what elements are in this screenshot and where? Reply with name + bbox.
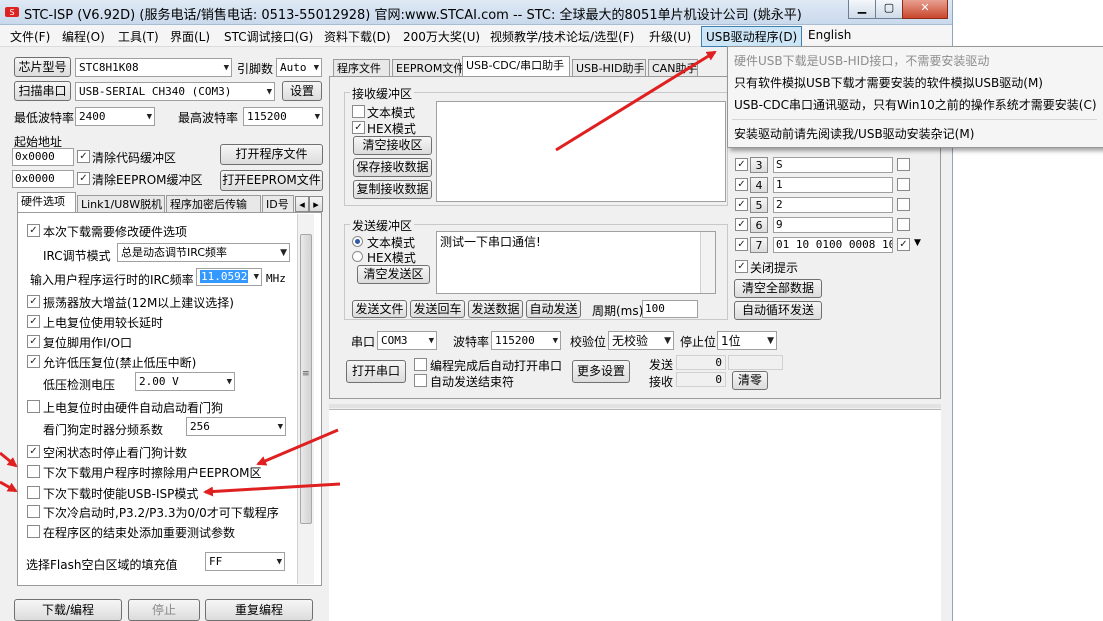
arrow-left-1	[0, 451, 18, 468]
annotation-arrows	[0, 50, 717, 497]
arrow-to-erase-eeprom	[256, 428, 339, 466]
arrow-to-usb-menu	[555, 50, 717, 152]
arrow-to-usb-isp	[203, 482, 341, 497]
arrow-left-2	[0, 480, 18, 493]
